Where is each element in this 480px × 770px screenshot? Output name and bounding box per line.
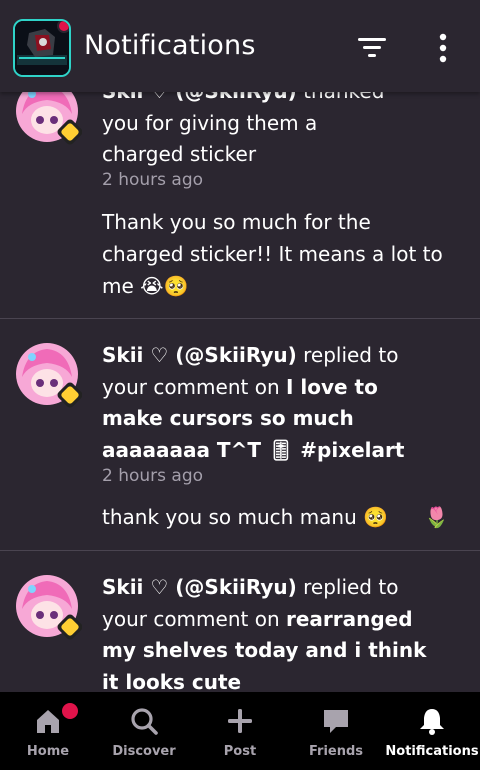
nav-notifications[interactable]: Notifications (384, 692, 480, 770)
notification-item[interactable]: Skii ♡ (@SkiiRyu) replied to your commen… (0, 551, 480, 692)
page-title: Notifications (84, 30, 256, 61)
notification-dot (57, 21, 69, 33)
home-badge (62, 703, 78, 719)
user-avatar[interactable] (16, 575, 83, 640)
bottom-navigation: Home Discover Post Friends Notifications (0, 692, 480, 770)
chat-icon (324, 710, 348, 733)
user-avatar[interactable] (16, 343, 83, 408)
nav-friends[interactable]: Friends (288, 692, 384, 770)
notification-time: 2 hours ago (102, 170, 204, 190)
bell-icon (420, 709, 444, 735)
notifications-feed[interactable]: Skii ♡ (@SkiiRyu) thanked you for giving… (0, 0, 480, 692)
notification-message: Thank you so much for the charged sticke… (102, 210, 443, 298)
notification-text: Skii ♡ (@SkiiRyu) replied to your commen… (102, 343, 405, 462)
nav-post[interactable]: Post (192, 692, 288, 770)
tulip-icon: 🌷 (424, 505, 449, 529)
nav-home[interactable]: Home (0, 692, 96, 770)
notification-time: 2 hours ago (102, 466, 204, 486)
more-vertical-icon[interactable] (428, 30, 458, 66)
post-title-link[interactable]: rearranged (286, 607, 413, 631)
notification-author[interactable]: Skii ♡ (@SkiiRyu) (102, 575, 297, 599)
home-icon (37, 710, 59, 733)
search-icon (131, 708, 158, 735)
notification-author[interactable]: Skii ♡ (@SkiiRyu) (102, 343, 297, 367)
notification-text: Skii ♡ (@SkiiRyu) replied to your commen… (102, 575, 427, 692)
post-title-link[interactable]: I love to (286, 375, 378, 399)
notification-message: thank you so much manu 🥺 🌷 (102, 501, 462, 533)
app-header: Notifications (0, 0, 480, 92)
profile-avatar[interactable] (13, 19, 71, 77)
plus-icon (228, 709, 252, 733)
notification-item[interactable]: Skii ♡ (@SkiiRyu) replied to your commen… (0, 319, 480, 550)
nav-discover[interactable]: Discover (96, 692, 192, 770)
filter-icon[interactable] (356, 34, 388, 62)
